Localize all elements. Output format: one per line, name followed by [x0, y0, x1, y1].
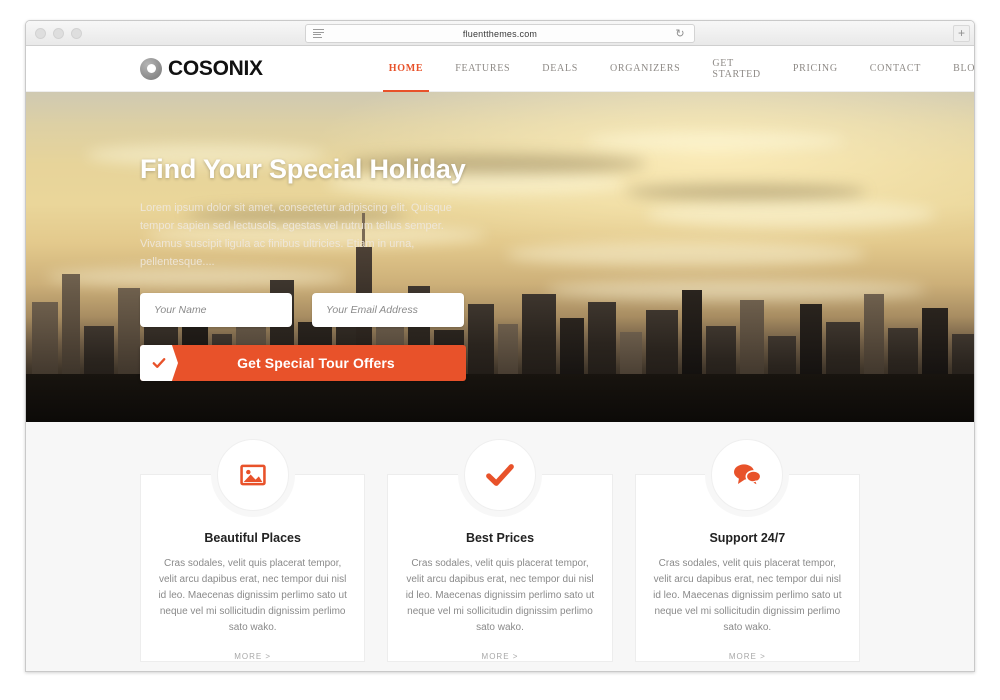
close-button[interactable]: [35, 27, 46, 39]
browser-window: fluentthemes.com ↻ + COSONIX HOME FEATUR…: [25, 20, 975, 672]
feature-card: Beautiful Places Cras sodales, velit qui…: [140, 439, 366, 662]
feature-cards: Beautiful Places Cras sodales, velit qui…: [26, 439, 974, 662]
signup-form: Get Special Tour Offers: [140, 293, 466, 381]
hero-section: Find Your Special Holiday Lorem ipsum do…: [26, 92, 974, 422]
reload-icon[interactable]: ↻: [674, 28, 686, 40]
feature-card: Support 24/7 Cras sodales, velit quis pl…: [634, 439, 860, 662]
nav-item-pricing[interactable]: PRICING: [777, 46, 854, 92]
url-text: fluentthemes.com: [462, 28, 538, 39]
browser-titlebar: fluentthemes.com ↻ +: [26, 21, 974, 46]
feature-card-more-link[interactable]: MORE >: [404, 652, 595, 661]
feature-card: Best Prices Cras sodales, velit quis pla…: [387, 439, 613, 662]
hero-title: Find Your Special Holiday: [140, 154, 466, 184]
skyline-foreground: [26, 374, 974, 422]
nav-item-home[interactable]: HOME: [373, 46, 439, 92]
site-logo[interactable]: COSONIX: [140, 57, 263, 81]
nav-item-contact[interactable]: CONTACT: [854, 46, 937, 92]
page-viewport: COSONIX HOME FEATURES DEALS ORGANIZERS G…: [26, 46, 974, 671]
logo-text: COSONIX: [168, 56, 263, 80]
window-controls: [35, 27, 82, 39]
image-icon: [216, 439, 289, 511]
ring-logo-icon: [140, 57, 162, 80]
features-section: Beautiful Places Cras sodales, velit qui…: [26, 422, 974, 671]
email-input[interactable]: [312, 293, 464, 327]
feature-card-text: Cras sodales, velit quis placerat tempor…: [653, 558, 842, 633]
maximize-button[interactable]: [71, 27, 82, 39]
check-icon: [140, 345, 178, 381]
feature-card-more-link[interactable]: MORE >: [652, 652, 843, 661]
nav-item-features[interactable]: FEATURES: [439, 46, 526, 92]
feature-card-title: Support 24/7: [709, 531, 786, 545]
get-special-tour-offers-button[interactable]: Get Special Tour Offers: [140, 345, 466, 381]
new-tab-button[interactable]: +: [953, 25, 970, 42]
feature-card-text: Cras sodales, velit quis placerat tempor…: [158, 558, 347, 633]
main-navigation: HOME FEATURES DEALS ORGANIZERS GET START…: [373, 46, 974, 92]
feature-card-title: Beautiful Places: [204, 531, 301, 545]
nav-item-organizers[interactable]: ORGANIZERS: [594, 46, 696, 92]
hero-content: Find Your Special Holiday Lorem ipsum do…: [26, 92, 974, 381]
form-input-row: [140, 293, 466, 327]
nav-item-deals[interactable]: DEALS: [526, 46, 594, 92]
hero-subtitle: Lorem ipsum dolor sit amet, consectetur …: [140, 202, 452, 268]
reader-view-icon[interactable]: [313, 28, 324, 39]
nav-item-get-started[interactable]: GET STARTED: [696, 46, 777, 92]
feature-card-title: Best Prices: [465, 531, 535, 545]
name-input[interactable]: [140, 293, 292, 327]
minimize-button[interactable]: [53, 27, 64, 39]
nav-item-blog[interactable]: BLOG: [937, 46, 974, 92]
site-header: COSONIX HOME FEATURES DEALS ORGANIZERS G…: [26, 46, 974, 92]
feature-card-more-link[interactable]: MORE >: [157, 652, 348, 661]
address-bar[interactable]: fluentthemes.com ↻: [305, 24, 695, 43]
chat-bubbles-icon: [711, 439, 784, 511]
feature-card-text: Cras sodales, velit quis placerat tempor…: [405, 558, 595, 633]
check-icon: [463, 439, 536, 511]
cta-label: Get Special Tour Offers: [237, 355, 395, 371]
